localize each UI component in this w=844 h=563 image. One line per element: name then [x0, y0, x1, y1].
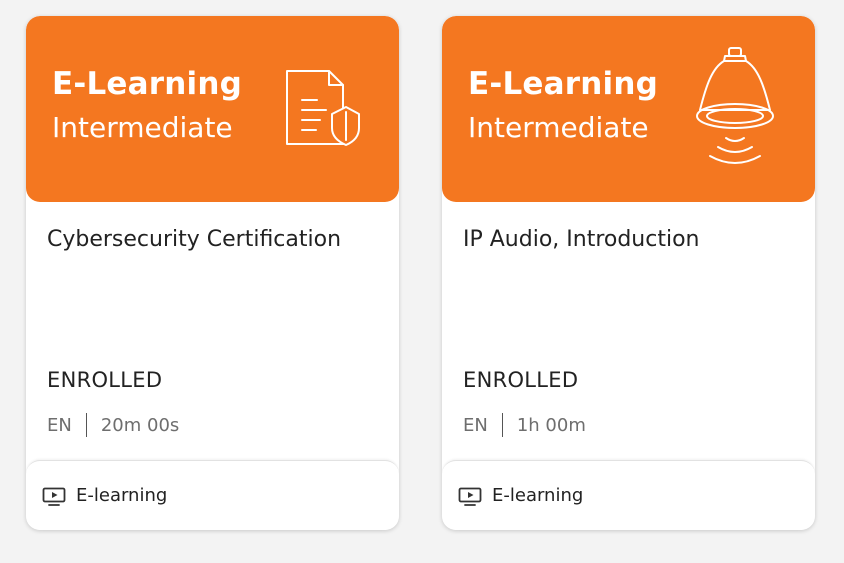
- course-duration: 20m 00s: [100, 414, 180, 436]
- course-banner: E-Learning Intermediate: [442, 16, 815, 202]
- course-language: EN: [463, 414, 488, 436]
- course-card[interactable]: E-Learning Intermediate IP Audio, Introd…: [442, 16, 815, 530]
- course-format-footer: E-learning: [442, 460, 815, 530]
- course-title[interactable]: IP Audio, Introduction: [463, 227, 700, 252]
- course-title[interactable]: Cybersecurity Certification: [47, 227, 341, 252]
- enrollment-status: ENROLLED: [463, 368, 579, 392]
- course-meta: EN 1h 00m: [463, 413, 586, 437]
- meta-divider: [85, 413, 87, 437]
- course-format-label: E-learning: [76, 485, 168, 506]
- course-duration: 1h 00m: [516, 414, 586, 436]
- course-format-label: E-learning: [492, 485, 584, 506]
- course-meta: EN 20m 00s: [47, 413, 179, 437]
- enrollment-status: ENROLLED: [47, 368, 163, 392]
- video-play-icon: [458, 487, 482, 506]
- video-play-icon: [42, 487, 66, 506]
- course-card[interactable]: E-Learning Intermediate Cybersecurity Ce…: [26, 16, 399, 530]
- course-banner: E-Learning Intermediate: [26, 16, 399, 202]
- course-language: EN: [47, 414, 72, 436]
- meta-divider: [501, 413, 503, 437]
- ceiling-speaker-icon: [696, 47, 774, 164]
- course-format-footer: E-learning: [26, 460, 399, 530]
- document-shield-icon: [286, 70, 360, 146]
